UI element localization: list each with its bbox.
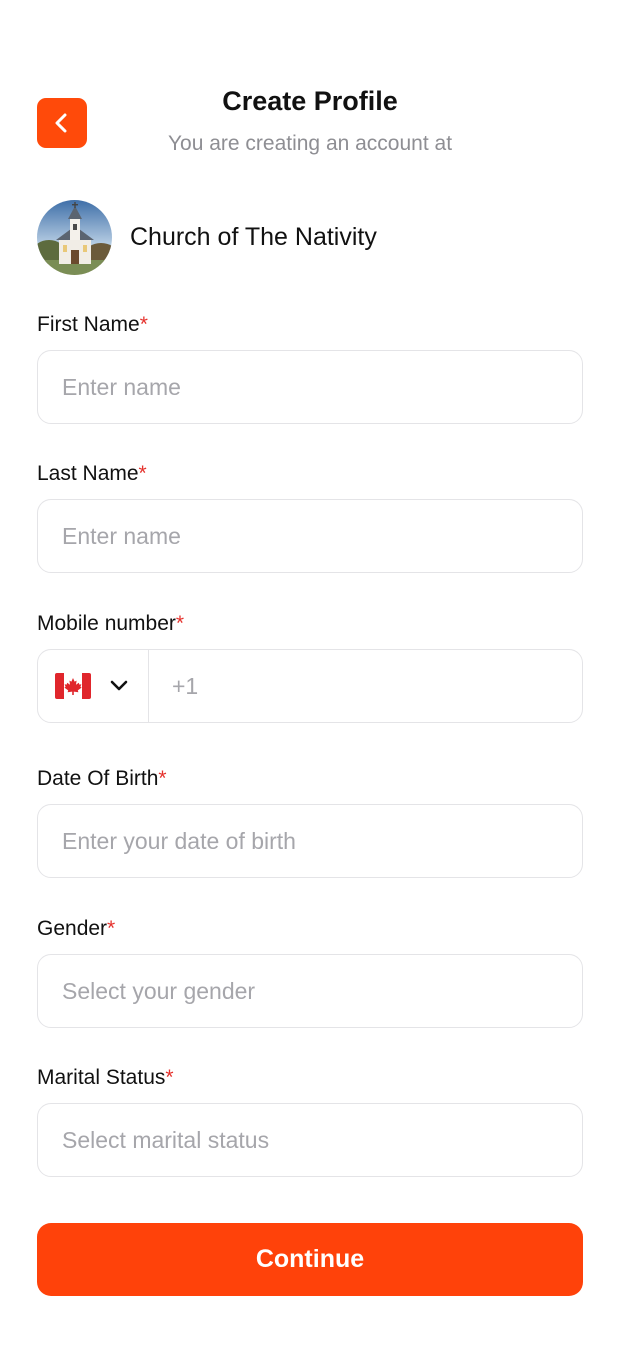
required-marker: * [175, 612, 185, 635]
gender-select[interactable]: Select your gender [37, 954, 583, 1028]
continue-button[interactable]: Continue [37, 1223, 583, 1296]
marital-status-select[interactable]: Select marital status [37, 1103, 583, 1177]
date-of-birth-placeholder: Enter your date of birth [62, 827, 296, 854]
mobile-number-placeholder: +1 [172, 672, 199, 699]
date-of-birth-input[interactable]: Enter your date of birth [37, 804, 583, 878]
mobile-number-input[interactable]: +1 [149, 650, 582, 722]
chevron-down-icon [110, 680, 128, 692]
church-avatar [37, 199, 112, 275]
required-marker: * [165, 1066, 174, 1089]
page-subtitle: You are creating an account at [167, 132, 453, 155]
last-name-placeholder: Enter name [62, 522, 181, 549]
church-info: Church of The Nativity [37, 199, 377, 275]
required-marker: * [138, 462, 147, 485]
first-name-placeholder: Enter name [62, 373, 181, 400]
page-title: Create Profile [222, 86, 398, 116]
gender-placeholder: Select your gender [62, 977, 256, 1004]
marital-status-label: Marital Status* [37, 1066, 174, 1089]
mobile-number-label: Mobile number* [37, 612, 185, 635]
required-marker: * [107, 917, 116, 940]
last-name-label: Last Name* [37, 462, 147, 485]
mobile-number-field: +1 [37, 649, 583, 723]
marital-status-placeholder: Select marital status [62, 1126, 270, 1153]
last-name-input[interactable]: Enter name [37, 499, 583, 573]
date-of-birth-label: Date Of Birth* [37, 767, 167, 790]
country-code-selector[interactable] [38, 650, 149, 722]
first-name-label: First Name* [37, 313, 148, 336]
canada-flag-icon [55, 673, 91, 699]
first-name-input[interactable]: Enter name [37, 350, 583, 424]
church-name: Church of The Nativity [130, 222, 377, 251]
required-marker: * [139, 313, 148, 336]
gender-label: Gender* [37, 917, 116, 940]
required-marker: * [158, 767, 167, 790]
